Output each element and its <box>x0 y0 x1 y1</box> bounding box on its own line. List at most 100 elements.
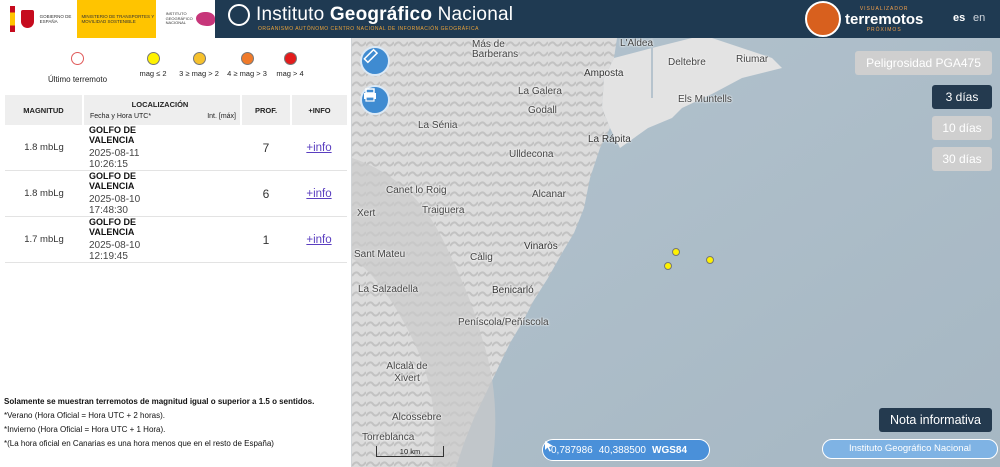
map-label: Traiguera <box>422 205 465 216</box>
map-label: Peníscola/Peñíscola <box>458 317 549 328</box>
legend-dot <box>240 52 254 65</box>
map-label: La Galera <box>518 86 562 97</box>
nota-informativa-button[interactable]: Nota informativa <box>879 408 992 432</box>
map-label: Els Muntells <box>678 94 732 105</box>
spain-flag-icon <box>10 6 16 32</box>
days-30-button[interactable]: 30 días <box>932 147 992 171</box>
ign-link-button[interactable]: Instituto Geográfico Nacional <box>822 439 998 459</box>
row-depth: 6 <box>241 170 291 217</box>
map-label: Canet lo Roig <box>386 185 447 196</box>
ministry-box: MINISTERIO DE TRANSPORTES Y MOVILIDAD SO… <box>77 0 156 38</box>
row-place: GOLFO DE VALENCIA <box>89 125 136 145</box>
last-quake-icon <box>71 52 84 65</box>
globe-icon <box>228 4 250 26</box>
cursor-icon <box>545 441 553 452</box>
map-label: Xert <box>357 208 376 219</box>
row-location: GOLFO DE VALENCIA 2025-08-10 17:48:30 <box>5 170 163 217</box>
app-name: terremotos <box>845 10 924 28</box>
note-line: *Invierno (Hora Oficial = Hora UTC + 1 H… <box>4 425 166 434</box>
row-depth: 7 <box>241 125 291 171</box>
map-label: Alcalà de Xivert <box>386 361 428 384</box>
map-label: Riumar <box>736 54 769 65</box>
map-label: Càlig <box>470 252 493 263</box>
ign-title[interactable]: Instituto Geográfico Nacional <box>228 4 513 26</box>
row-info-link[interactable]: +info <box>291 125 347 171</box>
print-button[interactable] <box>360 85 390 115</box>
legend-last-label: Último terremoto <box>47 75 108 84</box>
row-depth: 1 <box>241 216 291 263</box>
lang-en-link[interactable]: en <box>973 12 985 24</box>
map-label: Benicarló <box>492 285 534 296</box>
map-label: L'Aldea <box>620 38 654 49</box>
top-header: GOBIERNO DE ESPAÑA MINISTERIO DE TRANSPO… <box>0 0 1000 38</box>
measure-tool-button[interactable] <box>360 46 390 76</box>
legend-dot <box>146 52 160 65</box>
map-label: Más de Barberans <box>472 39 519 60</box>
row-info-link[interactable]: +info <box>291 170 347 217</box>
map-label: Godall <box>528 105 557 116</box>
row-datetime: 2025-08-10 12:19:45 <box>89 240 141 262</box>
days-10-button[interactable]: 10 días <box>932 116 992 140</box>
row-location: GOLFO DE VALENCIA 2025-08-11 10:26:15 <box>5 125 163 171</box>
peligrosidad-button[interactable]: Peligrosidad PGA475 <box>855 51 992 75</box>
map-label: Alcossebre <box>392 412 442 423</box>
title-prefix: Instituto <box>256 4 330 25</box>
earthquake-marker[interactable] <box>664 262 672 270</box>
coordinates-display: 0,787986 40,388500 WGS84 <box>542 439 710 461</box>
map-label: Ulldecona <box>509 149 554 160</box>
coat-of-arms-icon <box>21 10 34 28</box>
earthquake-marker[interactable] <box>706 256 714 264</box>
col-magnitude[interactable]: MAGNITUD <box>5 95 84 125</box>
map-label: Sant Mateu <box>354 249 406 260</box>
printer-icon <box>364 88 376 102</box>
app-small-bottom: PRÓXIMOS <box>866 26 902 33</box>
col-location[interactable]: LOCALIZACIÓN Fecha y Hora UTC* Int. [máx] <box>83 95 242 125</box>
ign-logo-icon <box>195 12 215 26</box>
ruler-icon <box>363 48 378 64</box>
table-row[interactable]: 1.8 mbLg GOLFO DE VALENCIA 2025-08-11 10:2… <box>5 125 347 171</box>
notes: Solamente se muestran terremotos de magn… <box>4 395 349 451</box>
title-bold: Geográfico <box>329 4 433 25</box>
map-label: La Sénia <box>418 120 458 131</box>
note-line: *(La hora oficial en Canarias es una hor… <box>4 439 274 448</box>
legend-item: mag > 4 <box>271 52 309 78</box>
magnitude-legend: Último terremoto mag ≤ 2 3 ≥ mag > 2 4 ≥… <box>0 52 352 92</box>
seismograph-icon <box>805 1 841 37</box>
legend-last-quake: Último terremoto <box>40 52 115 84</box>
col-info: +INFO <box>291 95 347 125</box>
map-label: La Rápita <box>588 134 631 145</box>
table-row[interactable]: 1.7 mbLg GOLFO DE VALENCIA 2025-08-10 12:1… <box>5 216 347 263</box>
row-place: GOLFO DE VALENCIA <box>89 171 136 191</box>
map-label: Vinaròs <box>524 241 558 252</box>
earthquake-marker[interactable] <box>672 248 680 256</box>
legend-dot <box>192 52 206 65</box>
government-logo[interactable]: GOBIERNO DE ESPAÑA MINISTERIO DE TRANSPO… <box>0 0 215 38</box>
row-location: GOLFO DE VALENCIA 2025-08-10 12:19:45 <box>5 216 163 263</box>
legend-item: 4 ≥ mag > 3 <box>222 52 272 78</box>
map-scale: 10 km <box>376 446 444 457</box>
row-place: GOLFO DE VALENCIA <box>89 217 136 237</box>
ign-subtitle: ORGANISMO AUTÓNOMO CENTRO NACIONAL DE IN… <box>258 26 479 32</box>
legend-dot <box>283 52 297 65</box>
days-3-button[interactable]: 3 días <box>932 85 992 109</box>
ign-small-text: INSTITUTO GEOGRÁFICO NACIONAL <box>165 11 193 26</box>
coord-x: 0,787986 <box>551 444 593 456</box>
note-line: Solamente se muestran terremotos de magn… <box>4 397 315 406</box>
lang-es-link[interactable]: es <box>953 12 965 24</box>
row-datetime: 2025-08-10 17:48:30 <box>89 194 141 216</box>
gov-text: GOBIERNO DE ESPAÑA <box>39 14 72 24</box>
earthquake-sidebar: Último terremoto mag ≤ 2 3 ≥ mag > 2 4 ≥… <box>0 38 352 467</box>
terremotos-logo[interactable]: VISUALIZADOR terremotos PRÓXIMOS <box>805 1 923 37</box>
table-row[interactable]: 1.8 mbLg GOLFO DE VALENCIA 2025-08-10 17:4… <box>5 170 347 217</box>
map-view[interactable]: L'Aldea Deltebre Riumar Más de Barberans Amp… <box>352 38 1000 467</box>
title-suffix: Nacional <box>432 4 514 25</box>
ministry-text: MINISTERIO DE TRANSPORTES Y MOVILIDAD SO… <box>81 14 155 24</box>
coord-y: 40,388500 <box>598 444 646 456</box>
map-label: Alcanar <box>532 189 566 200</box>
col-depth[interactable]: PROF. <box>241 95 292 125</box>
legend-item: 3 ≥ mag > 2 <box>171 52 227 78</box>
map-label: Amposta <box>584 68 624 79</box>
map-label: Torreblanca <box>362 432 415 443</box>
coord-crs: WGS84 <box>652 444 688 456</box>
row-info-link[interactable]: +info <box>291 216 347 263</box>
